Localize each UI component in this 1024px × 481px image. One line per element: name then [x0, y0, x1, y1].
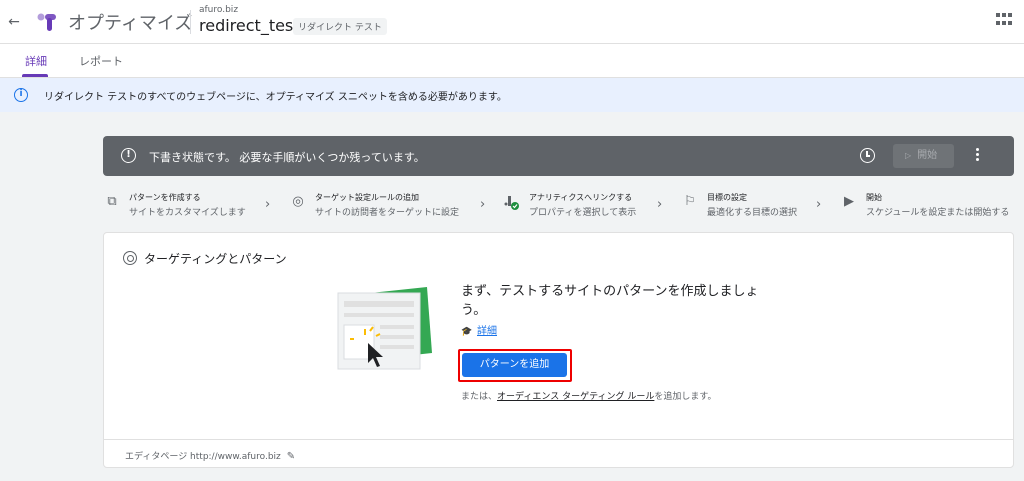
- step-title: アナリティクスへリンクする: [529, 193, 633, 202]
- apps-grid-icon[interactable]: [996, 13, 1012, 27]
- active-tab-indicator: [22, 74, 48, 77]
- arrow-back-icon[interactable]: ←: [4, 12, 24, 32]
- copy-icon: ⧉: [107, 194, 117, 209]
- audience-rule-hint: または、オーディエンス ターゲティング ルールを追加します。: [461, 389, 717, 402]
- step-subtitle: サイトの訪問者をターゲットに設定: [315, 208, 460, 218]
- add-variant-button[interactable]: パターンを追加: [462, 353, 567, 377]
- step-title: 目標の設定: [707, 193, 747, 202]
- experiment-name[interactable]: redirect_test: [199, 16, 300, 35]
- account-name: afuro.biz: [199, 5, 239, 15]
- app-title: オプティマイズ: [68, 13, 193, 34]
- learn-more-link[interactable]: 🎓 詳細: [461, 322, 497, 337]
- tab-bar: 詳細 レポート: [0, 44, 1024, 78]
- graduation-cap-icon: 🎓: [461, 327, 473, 337]
- header-divider: [190, 10, 191, 34]
- banner-text: リダイレクト テストのすべてのウェブページに、オプティマイズ スニペットを含める…: [44, 92, 507, 103]
- variant-illustration: [337, 287, 432, 370]
- card-title: ターゲティングとパターン: [144, 252, 287, 266]
- pencil-edit-icon[interactable]: ✎: [287, 451, 295, 462]
- tab-details[interactable]: 詳細: [25, 53, 47, 69]
- highlight-box: パターンを追加: [458, 349, 572, 382]
- step-subtitle: 最適化する目標の選択: [707, 208, 798, 218]
- or-prefix: または、: [461, 392, 498, 402]
- optimize-logo[interactable]: [36, 10, 58, 32]
- tab-reports[interactable]: レポート: [79, 53, 123, 69]
- or-suffix: を追加します。: [654, 392, 717, 402]
- status-text: 下書き状態です。 必要な手順がいくつか残っています。: [149, 151, 425, 164]
- empty-state-title: まず、テストするサイトのパターンを作成しましょう。: [461, 284, 759, 318]
- play-circle-icon: ▶: [844, 194, 854, 209]
- alert-icon: !: [121, 148, 136, 163]
- editor-page-text: エディタページ http://www.afuro.biz: [125, 452, 281, 462]
- step-title: パターンを作成する: [129, 193, 201, 202]
- target-check-icon: ◎: [292, 194, 304, 209]
- info-banner: i リダイレクト テストのすべてのウェブページに、オプティマイズ スニペットを含…: [0, 78, 1024, 112]
- info-icon: i: [14, 88, 28, 102]
- analytics-check-icon: [504, 196, 519, 210]
- experiment-type-badge: リダイレクト テスト: [293, 18, 387, 35]
- targeting-and-variants-card: ターゲティングとパターン まず、テストするサイトのパターンを作成しましょう。 🎓…: [103, 232, 1014, 468]
- start-button[interactable]: ▷ 開始: [893, 144, 954, 168]
- app-header: ← オプティマイズ afuro.biz redirect_test リダイレクト…: [0, 0, 1024, 44]
- draft-status-bar: ! 下書き状態です。 必要な手順がいくつか残っています。 ▷ 開始: [103, 136, 1014, 176]
- more-options-icon[interactable]: [976, 148, 980, 164]
- card-divider: [104, 439, 1013, 440]
- schedule-clock-icon[interactable]: [860, 148, 875, 163]
- target-icon: [123, 251, 137, 265]
- step-subtitle: スケジュールを設定または開始する: [866, 208, 1010, 218]
- play-icon: ▷: [905, 151, 912, 160]
- step-title: ターゲット設定ルールの追加: [315, 193, 419, 202]
- audience-targeting-link[interactable]: オーディエンス ターゲティング ルール: [497, 392, 654, 402]
- chevron-right-icon: ›: [480, 197, 486, 212]
- chevron-right-icon: ›: [657, 197, 663, 212]
- chevron-right-icon: ›: [265, 197, 271, 212]
- step-title: 開始: [866, 193, 882, 202]
- learn-more-label: 詳細: [477, 326, 497, 337]
- step-subtitle: プロパティを選択して表示: [529, 208, 637, 218]
- step-subtitle: サイトをカスタマイズします: [129, 208, 246, 218]
- flag-icon: ⚐: [684, 194, 696, 209]
- start-label: 開始: [917, 150, 938, 161]
- chevron-right-icon: ›: [816, 197, 822, 212]
- editor-page-row: エディタページ http://www.afuro.biz ✎: [125, 449, 295, 462]
